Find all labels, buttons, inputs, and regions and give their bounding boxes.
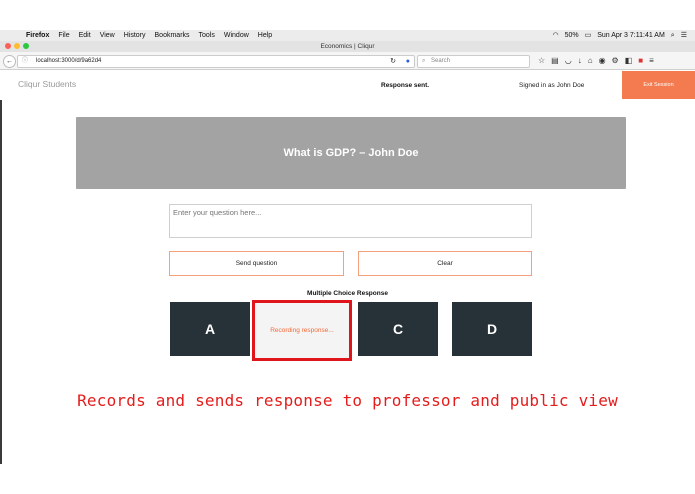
menu-history[interactable]: History <box>124 30 146 41</box>
search-icon: ⌕ <box>422 58 426 64</box>
brand-name[interactable]: Cliqur Students <box>18 79 76 89</box>
site-info-icon[interactable]: ⓘ <box>22 56 28 67</box>
menu-window[interactable]: Window <box>224 30 249 41</box>
settings-icon[interactable]: ⚙ <box>612 55 619 66</box>
reading-list-icon[interactable]: ▤ <box>551 55 559 66</box>
spotlight-icon[interactable]: ⌕ <box>671 30 675 41</box>
signed-in-label: Signed in as John Doe <box>519 82 585 89</box>
battery-icon[interactable]: ▭ <box>585 30 592 41</box>
menu-help[interactable]: Help <box>258 30 272 41</box>
search-placeholder: Search <box>431 58 451 64</box>
app-header: Cliqur Students Response sent. Signed in… <box>0 70 695 100</box>
choice-a-button[interactable]: A <box>170 302 250 356</box>
extension-red-icon[interactable]: ■ <box>638 55 643 66</box>
home-icon[interactable]: ⌂ <box>588 55 593 66</box>
zoom-window-icon[interactable] <box>23 43 29 49</box>
menu-tools[interactable]: Tools <box>199 30 215 41</box>
question-banner: What is GDP? – John Doe <box>76 117 626 189</box>
minimize-window-icon[interactable] <box>14 43 20 49</box>
send-question-button[interactable]: Send question <box>169 251 344 276</box>
back-arrow-icon[interactable]: ← <box>3 55 16 68</box>
wifi-icon[interactable]: ◠ <box>552 30 558 41</box>
extension-icon[interactable]: ◧ <box>625 55 633 66</box>
hamburger-menu-icon[interactable]: ≡ <box>649 55 654 66</box>
toolbar-icons: ☆ ▤ ◡ ↓ ⌂ ◉ ⚙ ◧ ■ ≡ <box>538 55 654 66</box>
menu-firefox[interactable]: Firefox <box>26 30 49 41</box>
menu-bookmarks[interactable]: Bookmarks <box>155 30 190 41</box>
multiple-choice-label: Multiple Choice Response <box>307 290 388 297</box>
menu-file[interactable]: File <box>58 30 69 41</box>
question-input[interactable] <box>169 204 532 238</box>
menu-view[interactable]: View <box>100 30 115 41</box>
choice-d-button[interactable]: D <box>452 302 532 356</box>
choice-b-recording-button[interactable]: Recording response... <box>252 300 352 361</box>
clear-button[interactable]: Clear <box>358 251 532 276</box>
address-url[interactable]: localhost:3000/d/9a62d4 <box>36 56 101 67</box>
search-bar[interactable]: ⌕ Search <box>417 55 530 68</box>
annotation-caption: Records and sends response to professor … <box>77 391 618 410</box>
clock[interactable]: Sun Apr 3 7:11:41 AM <box>597 30 665 41</box>
menu-edit[interactable]: Edit <box>79 30 91 41</box>
search-engine-icon[interactable]: ● <box>406 56 410 67</box>
menu-bar: Firefox File Edit View History Bookmarks… <box>0 30 695 41</box>
question-title: What is GDP? – John Doe <box>283 147 419 159</box>
battery-percent: 50% <box>564 32 579 39</box>
pocket-icon[interactable]: ◡ <box>565 55 572 66</box>
window-controls <box>5 43 29 49</box>
exit-session-button[interactable]: Exit Session <box>622 71 695 99</box>
window-title: Economics | Cliqur <box>320 43 375 50</box>
reload-icon[interactable]: ↻ <box>390 56 396 67</box>
browser-toolbar: ← ⓘ localhost:3000/d/9a62d4 ↻ ● ⌕ Search… <box>0 52 695 70</box>
choice-c-button[interactable]: C <box>358 302 438 356</box>
notification-list-icon[interactable]: ☰ <box>681 30 687 41</box>
download-icon[interactable]: ↓ <box>578 55 582 66</box>
chat-icon[interactable]: ◉ <box>599 55 606 66</box>
window-title-bar: Economics | Cliqur <box>0 41 695 52</box>
address-bar[interactable]: ⓘ localhost:3000/d/9a62d4 ↻ ● <box>17 55 415 68</box>
status-area: ◠ 50% ▭ Sun Apr 3 7:11:41 AM ⌕ ☰ <box>552 30 687 41</box>
response-status: Response sent. <box>381 82 430 89</box>
close-window-icon[interactable] <box>5 43 11 49</box>
bookmark-star-icon[interactable]: ☆ <box>538 55 545 66</box>
app-menu: Firefox File Edit View History Bookmarks… <box>26 30 272 41</box>
